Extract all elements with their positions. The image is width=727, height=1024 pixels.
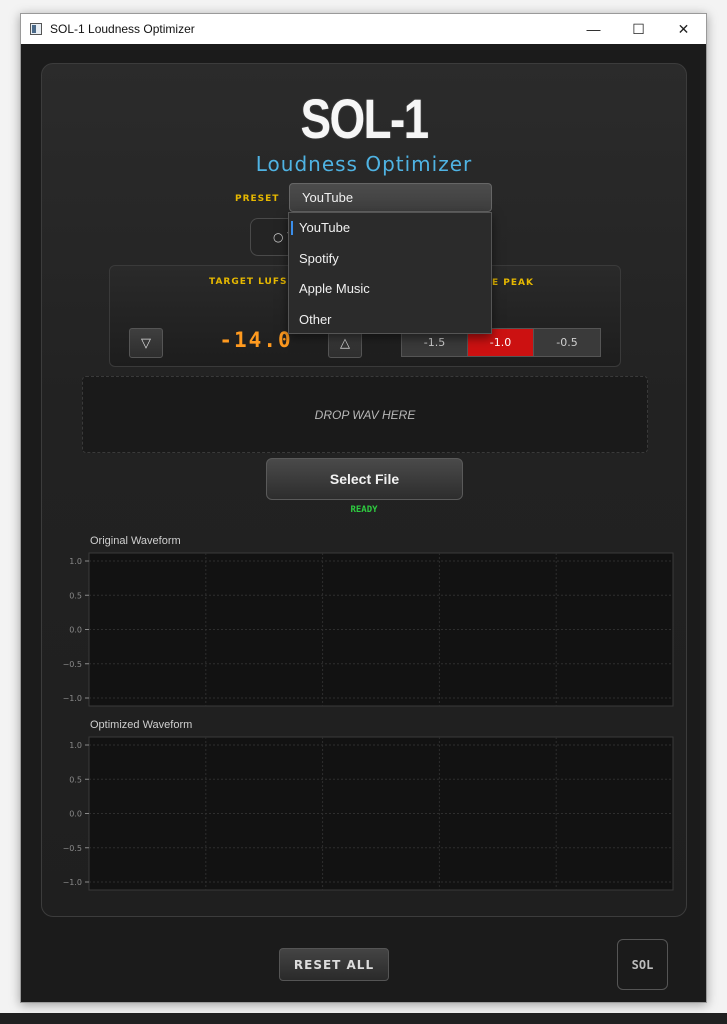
title-bar: SOL-1 Loudness Optimizer — ☐ ✕ [21,14,706,44]
dropdown-item-other[interactable]: Other [289,305,491,336]
preset-dropdown: YouTube Spotify Apple Music Other [288,212,492,334]
y-tick-label: 0.5 [69,775,82,784]
y-tick-label: 0.5 [69,591,82,600]
y-tick-label: −0.5 [63,660,82,669]
dropdown-item-youtube[interactable]: YouTube [289,213,491,244]
main-panel: SOL-1 Loudness Optimizer PRESET YouTube … [41,63,687,917]
y-tick-label: 0.0 [69,626,82,635]
y-tick-label: −1.0 [63,878,82,887]
window-controls: — ☐ ✕ [571,14,706,44]
y-tick-label: 1.0 [69,557,82,566]
y-tick-label: 0.0 [69,810,82,819]
dropdown-item-apple-music[interactable]: Apple Music [289,274,491,305]
original-waveform-plot: 1.0 0.5 0.0 −0.5 −1.0 [63,552,674,707]
dropdown-item-spotify[interactable]: Spotify [289,244,491,275]
app-icon [30,23,42,35]
close-button[interactable]: ✕ [661,14,706,44]
window-title: SOL-1 Loudness Optimizer [50,22,195,36]
app-window: SOL-1 Loudness Optimizer — ☐ ✕ SOL-1 Lou… [20,13,707,1003]
minimize-button[interactable]: — [571,14,616,44]
y-tick-label: −0.5 [63,844,82,853]
waveform-plots: 1.0 0.5 0.0 −0.5 −1.0 1.0 0.5 0.0 −0.5 −1.0 [63,552,674,891]
y-tick-label: 1.0 [69,741,82,750]
optimized-waveform-plot: 1.0 0.5 0.0 −0.5 −1.0 [63,736,674,891]
reset-all-button[interactable]: RESET ALL [279,948,389,981]
optimized-waveform-title: Optimized Waveform [90,719,193,731]
taskbar [0,1013,727,1024]
maximize-button[interactable]: ☐ [616,14,661,44]
sol-badge: SOL [617,939,668,990]
y-tick-label: −1.0 [63,694,82,703]
